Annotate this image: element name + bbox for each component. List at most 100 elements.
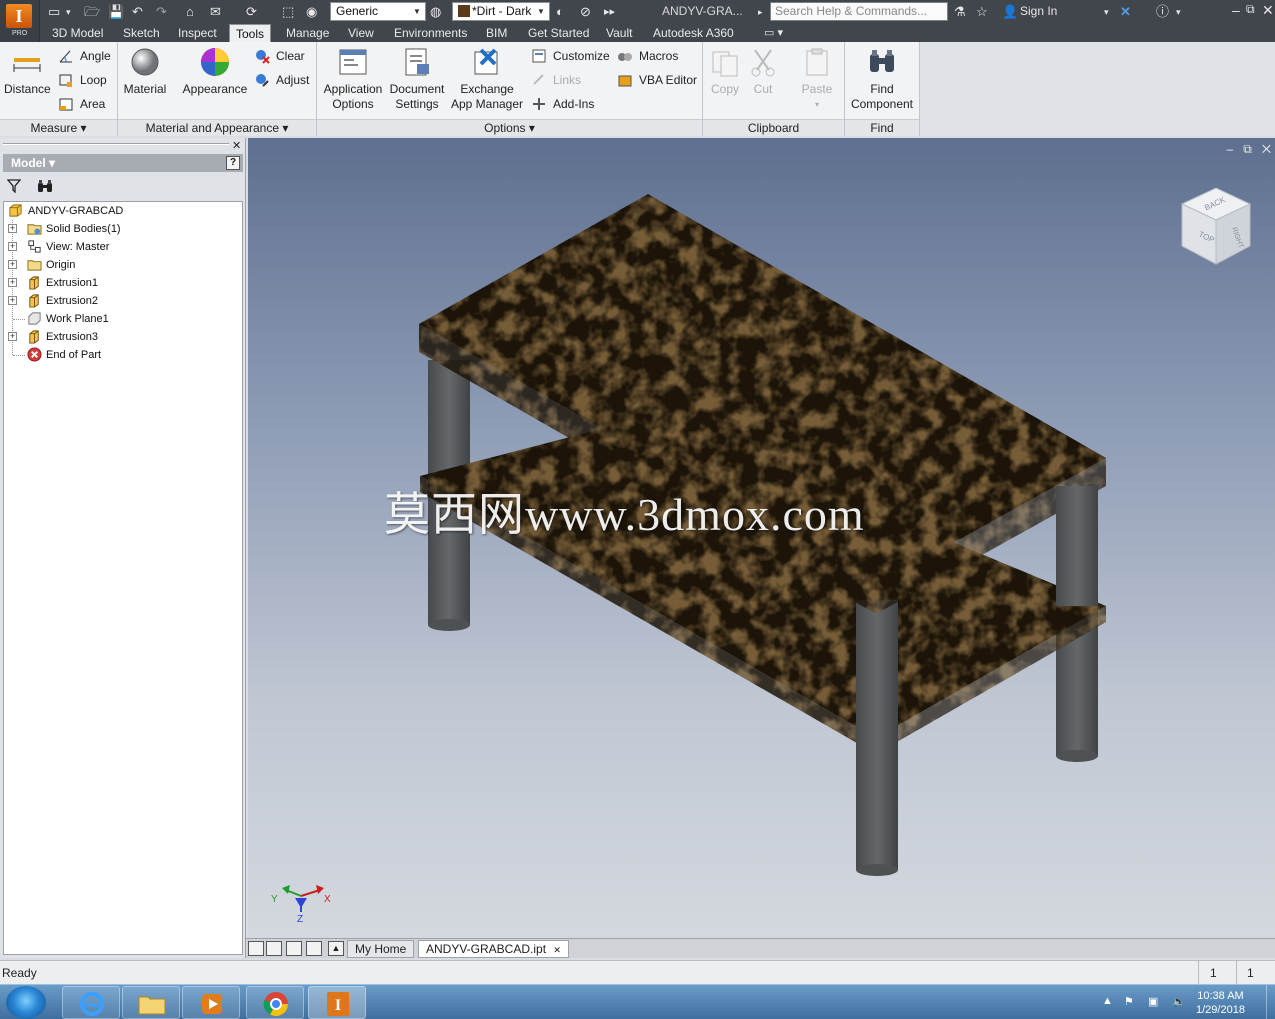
copy-button[interactable]: Copy bbox=[707, 46, 743, 97]
tab-environments[interactable]: Environments bbox=[388, 24, 473, 42]
update-icon[interactable]: ⟳ bbox=[246, 3, 257, 21]
loop-button[interactable]: Loop bbox=[58, 70, 107, 90]
show-desktop-button[interactable] bbox=[1266, 985, 1275, 1019]
clear-button[interactable]: Clear bbox=[254, 46, 305, 66]
adjust-appearance-icon[interactable]: ◐ bbox=[556, 3, 564, 21]
expand-icon[interactable]: + bbox=[8, 242, 17, 251]
network-icon[interactable]: ▣ bbox=[1148, 995, 1158, 1008]
save-icon[interactable]: 💾 bbox=[108, 3, 124, 21]
taskbar-chrome[interactable] bbox=[246, 986, 304, 1019]
expand-icon[interactable]: + bbox=[8, 260, 17, 269]
arrange-up-icon[interactable]: ▲ bbox=[328, 941, 344, 956]
system-clock[interactable]: 10:38 AM 1/29/2018 bbox=[1196, 989, 1245, 1017]
cascade-icon[interactable] bbox=[248, 941, 264, 956]
communication-center-icon[interactable]: ⚗ bbox=[954, 3, 966, 21]
new-file-icon[interactable]: ▭ bbox=[48, 3, 60, 21]
email-icon[interactable]: ✉ bbox=[210, 3, 221, 21]
macros-button[interactable]: Macros bbox=[617, 46, 678, 66]
help-icon[interactable]: ⓘ bbox=[1156, 3, 1169, 21]
application-menu-button[interactable]: I PRO bbox=[0, 0, 40, 42]
start-button[interactable] bbox=[6, 986, 46, 1019]
measure-panel-title[interactable]: Measure ▾ bbox=[0, 119, 117, 136]
find-component-button[interactable]: Find Component bbox=[847, 46, 917, 112]
clear-appearance-icon[interactable]: ⊘ bbox=[580, 3, 591, 21]
volume-icon[interactable]: 🔈 bbox=[1172, 995, 1186, 1008]
tile-horizontal-icon[interactable] bbox=[286, 941, 302, 956]
paste-button[interactable]: Paste ▾ bbox=[797, 46, 837, 112]
taskbar-inventor[interactable]: I bbox=[308, 986, 366, 1019]
home-icon[interactable]: ⌂ bbox=[186, 3, 194, 21]
expand-icon[interactable]: + bbox=[8, 278, 17, 287]
angle-button[interactable]: Angle bbox=[58, 46, 111, 66]
tile-icon[interactable] bbox=[266, 941, 282, 956]
close-icon[interactable]: ✕ bbox=[232, 139, 241, 152]
open-icon[interactable]: 🗁 bbox=[84, 3, 100, 21]
appearance-sphere-icon[interactable]: ◍ bbox=[430, 3, 441, 21]
material-dropdown[interactable]: Generic ▼ bbox=[330, 2, 426, 21]
customize-button[interactable]: Customize bbox=[531, 46, 610, 66]
tab-get-started[interactable]: Get Started bbox=[522, 24, 595, 42]
taskbar-file-explorer[interactable] bbox=[122, 986, 180, 1019]
select-icon[interactable]: ⬚ bbox=[282, 3, 294, 21]
material-appearance-panel-title[interactable]: Material and Appearance ▾ bbox=[118, 119, 316, 136]
close-icon[interactable]: ✕ bbox=[1262, 2, 1274, 19]
taskbar-internet-explorer[interactable] bbox=[62, 986, 120, 1019]
tile-vertical-icon[interactable] bbox=[306, 941, 322, 956]
tab-manage[interactable]: Manage bbox=[280, 24, 335, 42]
appearance-button[interactable]: Appearance bbox=[180, 46, 250, 97]
action-center-icon[interactable]: ⚑ bbox=[1124, 995, 1134, 1008]
vba-editor-button[interactable]: VBA Editor bbox=[617, 70, 697, 90]
browser-header[interactable]: Model ▾ ? bbox=[3, 154, 243, 172]
application-options-button[interactable]: Application Options bbox=[321, 46, 385, 112]
tab-bim[interactable]: BIM bbox=[480, 24, 513, 42]
user-icon[interactable]: 👤 bbox=[1002, 3, 1018, 21]
area-button[interactable]: Area bbox=[58, 94, 105, 114]
minimize-icon[interactable]: – bbox=[1232, 2, 1240, 18]
ribbon-display-toggle-icon[interactable]: ▭ ▾ bbox=[758, 24, 789, 42]
taskbar-media-player[interactable] bbox=[182, 986, 240, 1019]
tab-sketch[interactable]: Sketch bbox=[117, 24, 166, 42]
help-icon[interactable]: ? bbox=[226, 156, 240, 170]
tray-expand-icon[interactable]: ▲ bbox=[1102, 995, 1113, 1007]
graphics-viewport[interactable]: – ⧉ ✕ BACK TOP RIGHT Y X Z 莫西网www.3dmox.… bbox=[248, 138, 1275, 938]
tab-view[interactable]: View bbox=[342, 24, 380, 42]
filter-icon[interactable] bbox=[7, 179, 21, 193]
title-expand-icon[interactable]: ▸ bbox=[758, 3, 763, 21]
close-icon[interactable]: ✕ bbox=[553, 945, 561, 955]
tab-3d-model[interactable]: 3D Model bbox=[46, 24, 109, 42]
document-settings-button[interactable]: Document Settings bbox=[387, 46, 447, 112]
options-panel-title[interactable]: Options ▾ bbox=[317, 119, 702, 136]
binoculars-icon[interactable] bbox=[37, 179, 53, 193]
favorites-icon[interactable]: ☆ bbox=[976, 3, 988, 21]
tab-inspect[interactable]: Inspect bbox=[172, 24, 223, 42]
expand-icon[interactable]: + bbox=[8, 296, 17, 305]
links-button[interactable]: Links bbox=[531, 70, 581, 90]
expand-icon[interactable]: + bbox=[8, 224, 17, 233]
tab-document[interactable]: ANDYV-GRABCAD.ipt ✕ bbox=[418, 940, 569, 958]
exchange-app-manager-button[interactable]: Exchange App Manager bbox=[449, 46, 525, 112]
redo-icon[interactable]: ↷ bbox=[156, 3, 167, 21]
exchange-apps-icon[interactable]: ✕ bbox=[1120, 3, 1131, 21]
sign-in-link[interactable]: Sign In bbox=[1020, 4, 1057, 18]
tab-my-home[interactable]: My Home bbox=[347, 940, 415, 958]
browser-grip[interactable] bbox=[3, 143, 229, 145]
search-input[interactable]: Search Help & Commands... bbox=[770, 2, 948, 21]
sign-in-dropdown-icon[interactable]: ▾ bbox=[1104, 3, 1109, 21]
more-icon[interactable]: ▸▸ bbox=[604, 3, 615, 21]
help-dropdown-icon[interactable]: ▾ bbox=[1176, 3, 1181, 21]
cut-button[interactable]: Cut bbox=[745, 46, 781, 97]
tab-vault[interactable]: Vault bbox=[600, 24, 638, 42]
viewcube[interactable]: BACK TOP RIGHT bbox=[1176, 184, 1256, 268]
add-ins-button[interactable]: Add-Ins bbox=[531, 94, 594, 114]
restore-icon[interactable]: ⧉ bbox=[1246, 2, 1255, 17]
adjust-button[interactable]: Adjust bbox=[254, 70, 309, 90]
appearance-dropdown[interactable]: *Dirt - Dark ▼ bbox=[452, 2, 550, 21]
expand-icon[interactable]: + bbox=[8, 332, 17, 341]
tab-tools[interactable]: Tools bbox=[229, 24, 272, 42]
material-button[interactable]: Material bbox=[122, 46, 168, 97]
distance-button[interactable]: Distance bbox=[4, 46, 51, 97]
tab-autodesk-a360[interactable]: Autodesk A360 bbox=[647, 24, 740, 42]
undo-icon[interactable]: ↶ bbox=[132, 3, 143, 21]
new-dropdown-icon[interactable]: ▾ bbox=[66, 3, 71, 21]
material-sphere-icon[interactable]: ◉ bbox=[306, 3, 317, 21]
